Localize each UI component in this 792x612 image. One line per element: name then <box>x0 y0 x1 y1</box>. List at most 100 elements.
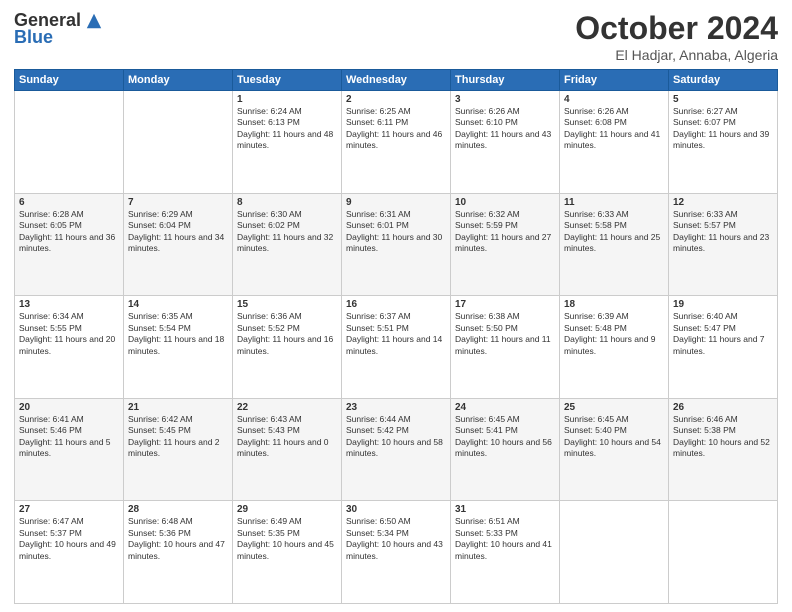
day-number: 13 <box>19 299 119 310</box>
day-cell <box>124 91 233 194</box>
page: General Blue October 2024 El Hadjar, Ann… <box>0 0 792 612</box>
day-cell: 30 Sunrise: 6:50 AMSunset: 5:34 PMDaylig… <box>342 501 451 604</box>
week-row-2: 6 Sunrise: 6:28 AMSunset: 6:05 PMDayligh… <box>15 193 778 296</box>
calendar-table: Sunday Monday Tuesday Wednesday Thursday… <box>14 69 778 604</box>
day-cell: 9 Sunrise: 6:31 AMSunset: 6:01 PMDayligh… <box>342 193 451 296</box>
day-info: Sunrise: 6:27 AMSunset: 6:07 PMDaylight:… <box>673 106 773 152</box>
day-info: Sunrise: 6:32 AMSunset: 5:59 PMDaylight:… <box>455 209 555 255</box>
day-number: 28 <box>128 504 228 515</box>
day-cell: 25 Sunrise: 6:45 AMSunset: 5:40 PMDaylig… <box>560 398 669 501</box>
day-info: Sunrise: 6:41 AMSunset: 5:46 PMDaylight:… <box>19 414 119 460</box>
day-number: 31 <box>455 504 555 515</box>
header: General Blue October 2024 El Hadjar, Ann… <box>14 10 778 63</box>
day-cell: 14 Sunrise: 6:35 AMSunset: 5:54 PMDaylig… <box>124 296 233 399</box>
day-number: 8 <box>237 197 337 208</box>
month-title: October 2024 <box>575 10 778 47</box>
day-number: 3 <box>455 94 555 105</box>
day-cell: 3 Sunrise: 6:26 AMSunset: 6:10 PMDayligh… <box>451 91 560 194</box>
week-row-1: 1 Sunrise: 6:24 AMSunset: 6:13 PMDayligh… <box>15 91 778 194</box>
day-cell: 10 Sunrise: 6:32 AMSunset: 5:59 PMDaylig… <box>451 193 560 296</box>
day-cell: 22 Sunrise: 6:43 AMSunset: 5:43 PMDaylig… <box>233 398 342 501</box>
day-number: 21 <box>128 402 228 413</box>
day-info: Sunrise: 6:34 AMSunset: 5:55 PMDaylight:… <box>19 311 119 357</box>
day-cell: 12 Sunrise: 6:33 AMSunset: 5:57 PMDaylig… <box>669 193 778 296</box>
day-number: 17 <box>455 299 555 310</box>
day-info: Sunrise: 6:37 AMSunset: 5:51 PMDaylight:… <box>346 311 446 357</box>
day-number: 9 <box>346 197 446 208</box>
day-number: 29 <box>237 504 337 515</box>
logo-icon <box>85 12 103 30</box>
header-thursday: Thursday <box>451 70 560 91</box>
day-info: Sunrise: 6:43 AMSunset: 5:43 PMDaylight:… <box>237 414 337 460</box>
day-info: Sunrise: 6:38 AMSunset: 5:50 PMDaylight:… <box>455 311 555 357</box>
day-cell: 19 Sunrise: 6:40 AMSunset: 5:47 PMDaylig… <box>669 296 778 399</box>
day-cell: 8 Sunrise: 6:30 AMSunset: 6:02 PMDayligh… <box>233 193 342 296</box>
header-saturday: Saturday <box>669 70 778 91</box>
day-number: 26 <box>673 402 773 413</box>
day-info: Sunrise: 6:26 AMSunset: 6:08 PMDaylight:… <box>564 106 664 152</box>
header-friday: Friday <box>560 70 669 91</box>
day-info: Sunrise: 6:30 AMSunset: 6:02 PMDaylight:… <box>237 209 337 255</box>
day-number: 19 <box>673 299 773 310</box>
header-wednesday: Wednesday <box>342 70 451 91</box>
day-number: 4 <box>564 94 664 105</box>
day-info: Sunrise: 6:31 AMSunset: 6:01 PMDaylight:… <box>346 209 446 255</box>
header-sunday: Sunday <box>15 70 124 91</box>
day-number: 22 <box>237 402 337 413</box>
header-monday: Monday <box>124 70 233 91</box>
weekday-header-row: Sunday Monday Tuesday Wednesday Thursday… <box>15 70 778 91</box>
week-row-4: 20 Sunrise: 6:41 AMSunset: 5:46 PMDaylig… <box>15 398 778 501</box>
day-info: Sunrise: 6:36 AMSunset: 5:52 PMDaylight:… <box>237 311 337 357</box>
day-info: Sunrise: 6:49 AMSunset: 5:35 PMDaylight:… <box>237 516 337 562</box>
day-cell: 26 Sunrise: 6:46 AMSunset: 5:38 PMDaylig… <box>669 398 778 501</box>
day-number: 27 <box>19 504 119 515</box>
day-number: 15 <box>237 299 337 310</box>
day-cell <box>15 91 124 194</box>
day-cell: 6 Sunrise: 6:28 AMSunset: 6:05 PMDayligh… <box>15 193 124 296</box>
day-info: Sunrise: 6:26 AMSunset: 6:10 PMDaylight:… <box>455 106 555 152</box>
day-cell: 5 Sunrise: 6:27 AMSunset: 6:07 PMDayligh… <box>669 91 778 194</box>
day-number: 1 <box>237 94 337 105</box>
title-block: October 2024 El Hadjar, Annaba, Algeria <box>575 10 778 63</box>
day-info: Sunrise: 6:28 AMSunset: 6:05 PMDaylight:… <box>19 209 119 255</box>
day-cell: 16 Sunrise: 6:37 AMSunset: 5:51 PMDaylig… <box>342 296 451 399</box>
day-number: 30 <box>346 504 446 515</box>
day-cell: 27 Sunrise: 6:47 AMSunset: 5:37 PMDaylig… <box>15 501 124 604</box>
week-row-3: 13 Sunrise: 6:34 AMSunset: 5:55 PMDaylig… <box>15 296 778 399</box>
day-info: Sunrise: 6:35 AMSunset: 5:54 PMDaylight:… <box>128 311 228 357</box>
day-cell: 7 Sunrise: 6:29 AMSunset: 6:04 PMDayligh… <box>124 193 233 296</box>
day-number: 11 <box>564 197 664 208</box>
day-info: Sunrise: 6:51 AMSunset: 5:33 PMDaylight:… <box>455 516 555 562</box>
day-info: Sunrise: 6:29 AMSunset: 6:04 PMDaylight:… <box>128 209 228 255</box>
day-info: Sunrise: 6:24 AMSunset: 6:13 PMDaylight:… <box>237 106 337 152</box>
day-info: Sunrise: 6:42 AMSunset: 5:45 PMDaylight:… <box>128 414 228 460</box>
day-number: 2 <box>346 94 446 105</box>
header-tuesday: Tuesday <box>233 70 342 91</box>
day-info: Sunrise: 6:44 AMSunset: 5:42 PMDaylight:… <box>346 414 446 460</box>
day-number: 24 <box>455 402 555 413</box>
day-number: 6 <box>19 197 119 208</box>
day-info: Sunrise: 6:45 AMSunset: 5:41 PMDaylight:… <box>455 414 555 460</box>
day-cell: 11 Sunrise: 6:33 AMSunset: 5:58 PMDaylig… <box>560 193 669 296</box>
day-info: Sunrise: 6:33 AMSunset: 5:58 PMDaylight:… <box>564 209 664 255</box>
day-cell: 29 Sunrise: 6:49 AMSunset: 5:35 PMDaylig… <box>233 501 342 604</box>
day-cell: 28 Sunrise: 6:48 AMSunset: 5:36 PMDaylig… <box>124 501 233 604</box>
day-number: 20 <box>19 402 119 413</box>
week-row-5: 27 Sunrise: 6:47 AMSunset: 5:37 PMDaylig… <box>15 501 778 604</box>
day-cell: 2 Sunrise: 6:25 AMSunset: 6:11 PMDayligh… <box>342 91 451 194</box>
day-info: Sunrise: 6:25 AMSunset: 6:11 PMDaylight:… <box>346 106 446 152</box>
day-info: Sunrise: 6:46 AMSunset: 5:38 PMDaylight:… <box>673 414 773 460</box>
day-number: 18 <box>564 299 664 310</box>
day-number: 12 <box>673 197 773 208</box>
day-info: Sunrise: 6:40 AMSunset: 5:47 PMDaylight:… <box>673 311 773 357</box>
day-number: 10 <box>455 197 555 208</box>
day-cell: 1 Sunrise: 6:24 AMSunset: 6:13 PMDayligh… <box>233 91 342 194</box>
day-cell: 4 Sunrise: 6:26 AMSunset: 6:08 PMDayligh… <box>560 91 669 194</box>
location-subtitle: El Hadjar, Annaba, Algeria <box>575 47 778 63</box>
day-cell: 21 Sunrise: 6:42 AMSunset: 5:45 PMDaylig… <box>124 398 233 501</box>
day-number: 23 <box>346 402 446 413</box>
logo-blue-text: Blue <box>14 27 53 48</box>
day-info: Sunrise: 6:33 AMSunset: 5:57 PMDaylight:… <box>673 209 773 255</box>
day-cell <box>560 501 669 604</box>
day-number: 14 <box>128 299 228 310</box>
